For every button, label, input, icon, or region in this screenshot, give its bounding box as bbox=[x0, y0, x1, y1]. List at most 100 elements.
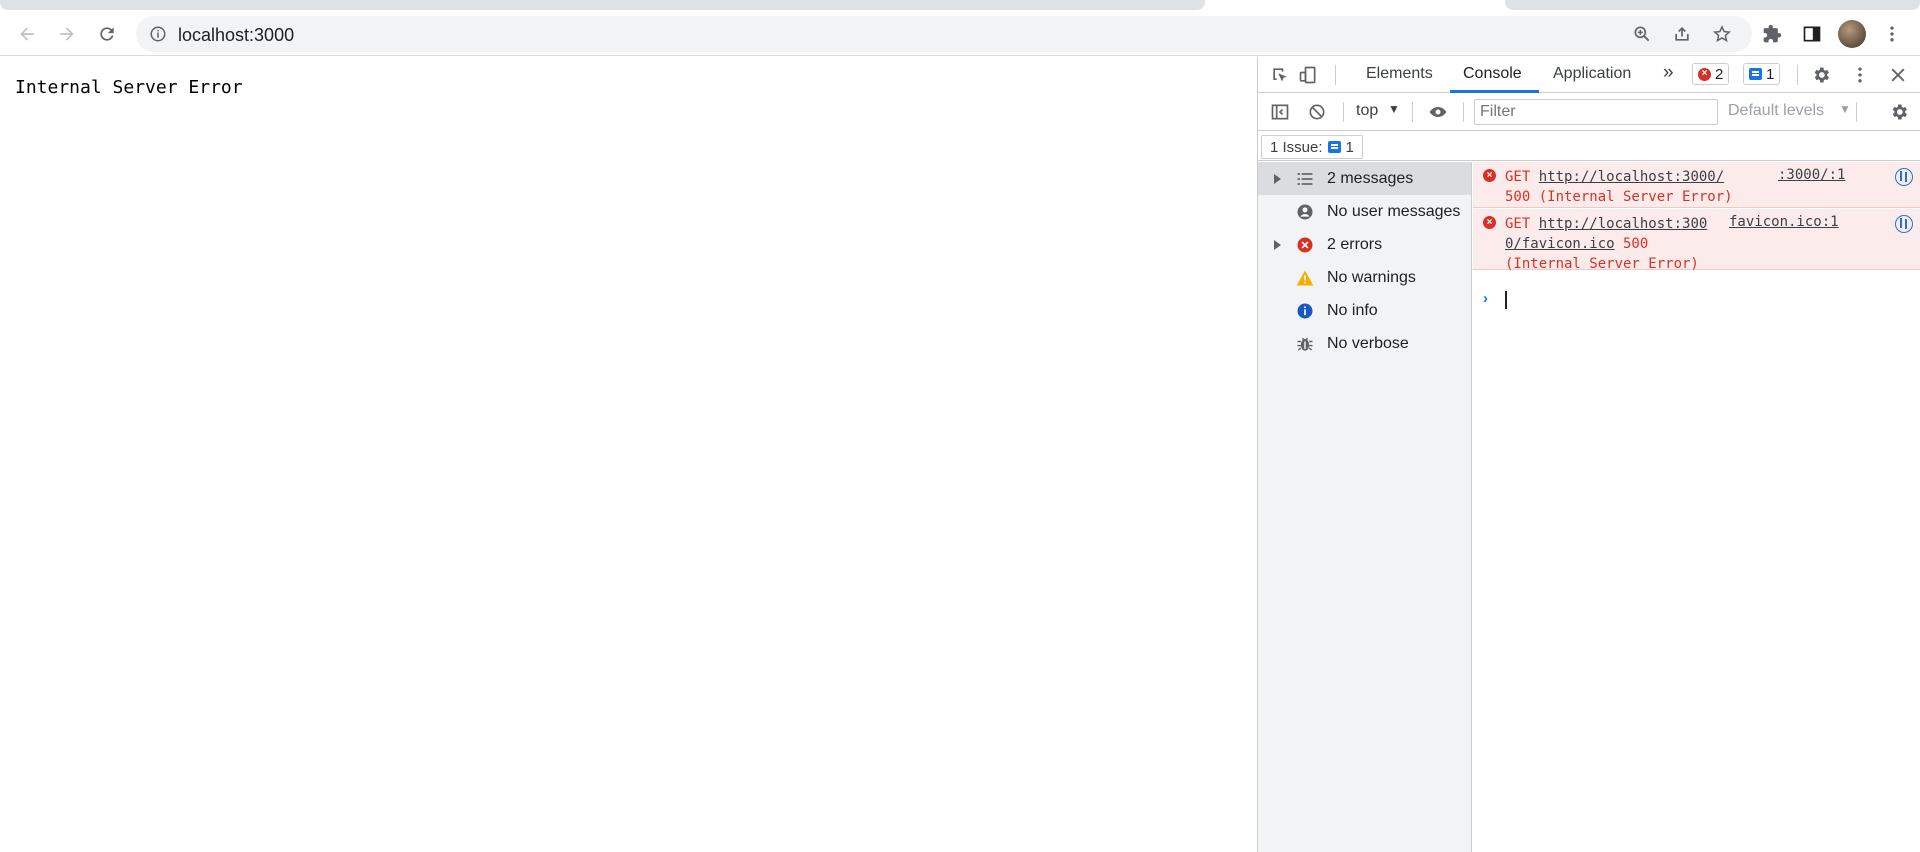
device-icon bbox=[1299, 66, 1316, 84]
back-button[interactable] bbox=[11, 18, 43, 50]
request-url-link-cont[interactable]: 0/favicon.ico bbox=[1505, 236, 1615, 252]
toolbar-divider bbox=[1412, 102, 1413, 122]
zoom-button[interactable] bbox=[1628, 20, 1656, 48]
expand-triangle-icon[interactable] bbox=[1274, 240, 1281, 250]
network-request-icon[interactable] bbox=[1895, 168, 1913, 186]
console-error-row[interactable]: × GET http://localhost:300 0/favicon.ico… bbox=[1473, 209, 1920, 272]
background-tabs[interactable] bbox=[0, 0, 1205, 10]
devtools-panel: Elements Console Application » × 2 1 top… bbox=[1257, 57, 1920, 852]
error-status-text: (Internal Server Error) bbox=[1505, 256, 1699, 272]
console-input-caret[interactable] bbox=[1505, 291, 1507, 309]
sidebar-item-label: No warnings bbox=[1327, 269, 1416, 286]
log-levels-label[interactable]: Default levels bbox=[1728, 102, 1824, 120]
block-icon bbox=[1309, 104, 1325, 120]
info-icon bbox=[1295, 301, 1315, 321]
expand-triangle-icon[interactable] bbox=[1274, 174, 1281, 184]
bug-icon bbox=[1295, 334, 1315, 354]
sidebar-item-label: No user messages bbox=[1327, 203, 1461, 220]
sidebar-item-label: 2 messages bbox=[1327, 170, 1414, 187]
message-count-badge[interactable]: 1 bbox=[1743, 63, 1781, 85]
share-button[interactable] bbox=[1668, 20, 1696, 48]
star-icon bbox=[1712, 25, 1732, 42]
message-icon bbox=[1749, 68, 1762, 80]
console-message: GET http://localhost:3000/ 500 (Internal… bbox=[1505, 167, 1733, 207]
console-settings-button[interactable] bbox=[1887, 100, 1911, 124]
request-url-link[interactable]: http://localhost:300 bbox=[1539, 216, 1708, 232]
more-tabs-button[interactable]: » bbox=[1663, 62, 1674, 84]
error-icon: × bbox=[1483, 216, 1496, 229]
error-icon: × bbox=[1483, 169, 1496, 182]
tab-application[interactable]: Application bbox=[1553, 65, 1631, 83]
gear-icon bbox=[1892, 104, 1907, 120]
filter-input[interactable] bbox=[1474, 99, 1718, 125]
live-expression-button[interactable] bbox=[1426, 100, 1450, 124]
inspect-element-button[interactable] bbox=[1268, 63, 1292, 87]
more-vertical-icon bbox=[1890, 26, 1894, 42]
context-label[interactable]: top bbox=[1356, 102, 1378, 120]
page-error-text: Internal Server Error bbox=[15, 77, 243, 98]
extensions-button[interactable] bbox=[1758, 20, 1786, 48]
list-icon bbox=[1295, 169, 1315, 189]
puzzle-icon bbox=[1763, 24, 1782, 43]
message-count: 1 bbox=[1766, 65, 1775, 83]
error-count: 2 bbox=[1715, 65, 1724, 83]
sidebar-item-label: 2 errors bbox=[1327, 236, 1383, 253]
url-text[interactable]: localhost:3000 bbox=[178, 25, 294, 46]
background-tab[interactable] bbox=[1505, 0, 1920, 10]
more-vertical-icon bbox=[1858, 67, 1862, 83]
tab-console[interactable]: Console bbox=[1463, 65, 1522, 83]
warning-icon bbox=[1295, 268, 1315, 288]
toolbar-divider bbox=[1343, 102, 1344, 122]
tab-elements[interactable]: Elements bbox=[1366, 65, 1433, 83]
address-bar[interactable]: localhost:3000 bbox=[136, 16, 1752, 52]
share-icon bbox=[1675, 26, 1689, 41]
source-link[interactable]: favicon.ico:1 bbox=[1729, 214, 1839, 230]
sidebar-toggle-icon bbox=[1271, 104, 1289, 120]
reload-button[interactable] bbox=[91, 18, 123, 50]
sidebar-item-warnings[interactable]: No warnings bbox=[1258, 261, 1471, 294]
close-devtools-button[interactable] bbox=[1886, 63, 1910, 87]
profile-avatar[interactable] bbox=[1838, 20, 1866, 48]
device-toolbar-button[interactable] bbox=[1296, 63, 1320, 87]
request-method: GET bbox=[1505, 216, 1531, 232]
console-prompt-chevron-icon: › bbox=[1483, 290, 1488, 307]
source-link[interactable]: :3000/:1 bbox=[1778, 167, 1845, 183]
console-error-row[interactable]: × GET http://localhost:3000/ 500 (Intern… bbox=[1473, 162, 1920, 208]
toggle-sidebar-button[interactable] bbox=[1268, 100, 1292, 124]
sidebar-item-messages[interactable]: 2 messages bbox=[1258, 162, 1471, 195]
devtools-settings-button[interactable] bbox=[1809, 63, 1833, 87]
browser-menu-button[interactable] bbox=[1878, 20, 1906, 48]
sidebar-item-label: No info bbox=[1327, 302, 1378, 319]
browser-toolbar: localhost:3000 bbox=[0, 12, 1920, 56]
toolbar-divider bbox=[1856, 102, 1857, 122]
sidebar-item-errors[interactable]: 2 errors bbox=[1258, 228, 1471, 261]
toolbar-divider bbox=[1463, 102, 1464, 122]
console-message: GET http://localhost:300 0/favicon.ico 5… bbox=[1505, 214, 1707, 274]
issues-count: 1 bbox=[1345, 138, 1354, 156]
devtools-menu-button[interactable] bbox=[1848, 63, 1872, 87]
sidebar-item-user-messages[interactable]: No user messages bbox=[1258, 195, 1471, 228]
error-status: 500 bbox=[1614, 236, 1649, 252]
sidebar-item-verbose[interactable]: No verbose bbox=[1258, 327, 1471, 360]
bookmark-button[interactable] bbox=[1708, 20, 1736, 48]
issues-bar: 1 Issue: 1 bbox=[1258, 131, 1920, 161]
arrow-right-icon bbox=[60, 27, 74, 41]
network-request-icon[interactable] bbox=[1895, 215, 1913, 233]
toolbar-divider bbox=[1335, 65, 1336, 85]
error-count-badge[interactable]: × 2 bbox=[1692, 63, 1730, 85]
reload-icon bbox=[100, 27, 114, 41]
issues-button[interactable]: 1 Issue: 1 bbox=[1261, 135, 1363, 159]
sidebar-item-info[interactable]: No info bbox=[1258, 294, 1471, 327]
close-icon bbox=[1891, 68, 1905, 82]
side-panel-icon bbox=[1803, 26, 1821, 42]
devtools-tab-bar: Elements Console Application » × 2 1 bbox=[1258, 57, 1920, 93]
side-panel-button[interactable] bbox=[1798, 20, 1826, 48]
inspect-cursor-icon bbox=[1273, 68, 1287, 82]
site-info-icon[interactable] bbox=[149, 25, 167, 43]
forward-button[interactable] bbox=[51, 18, 83, 50]
console-sidebar: 2 messages No user messages 2 errors No … bbox=[1258, 162, 1472, 852]
console-output: × GET http://localhost:3000/ 500 (Intern… bbox=[1473, 162, 1920, 852]
error-status: 500 (Internal Server Error) bbox=[1505, 189, 1733, 205]
request-url-link[interactable]: http://localhost:3000/ bbox=[1539, 169, 1724, 185]
clear-console-button[interactable] bbox=[1305, 100, 1329, 124]
